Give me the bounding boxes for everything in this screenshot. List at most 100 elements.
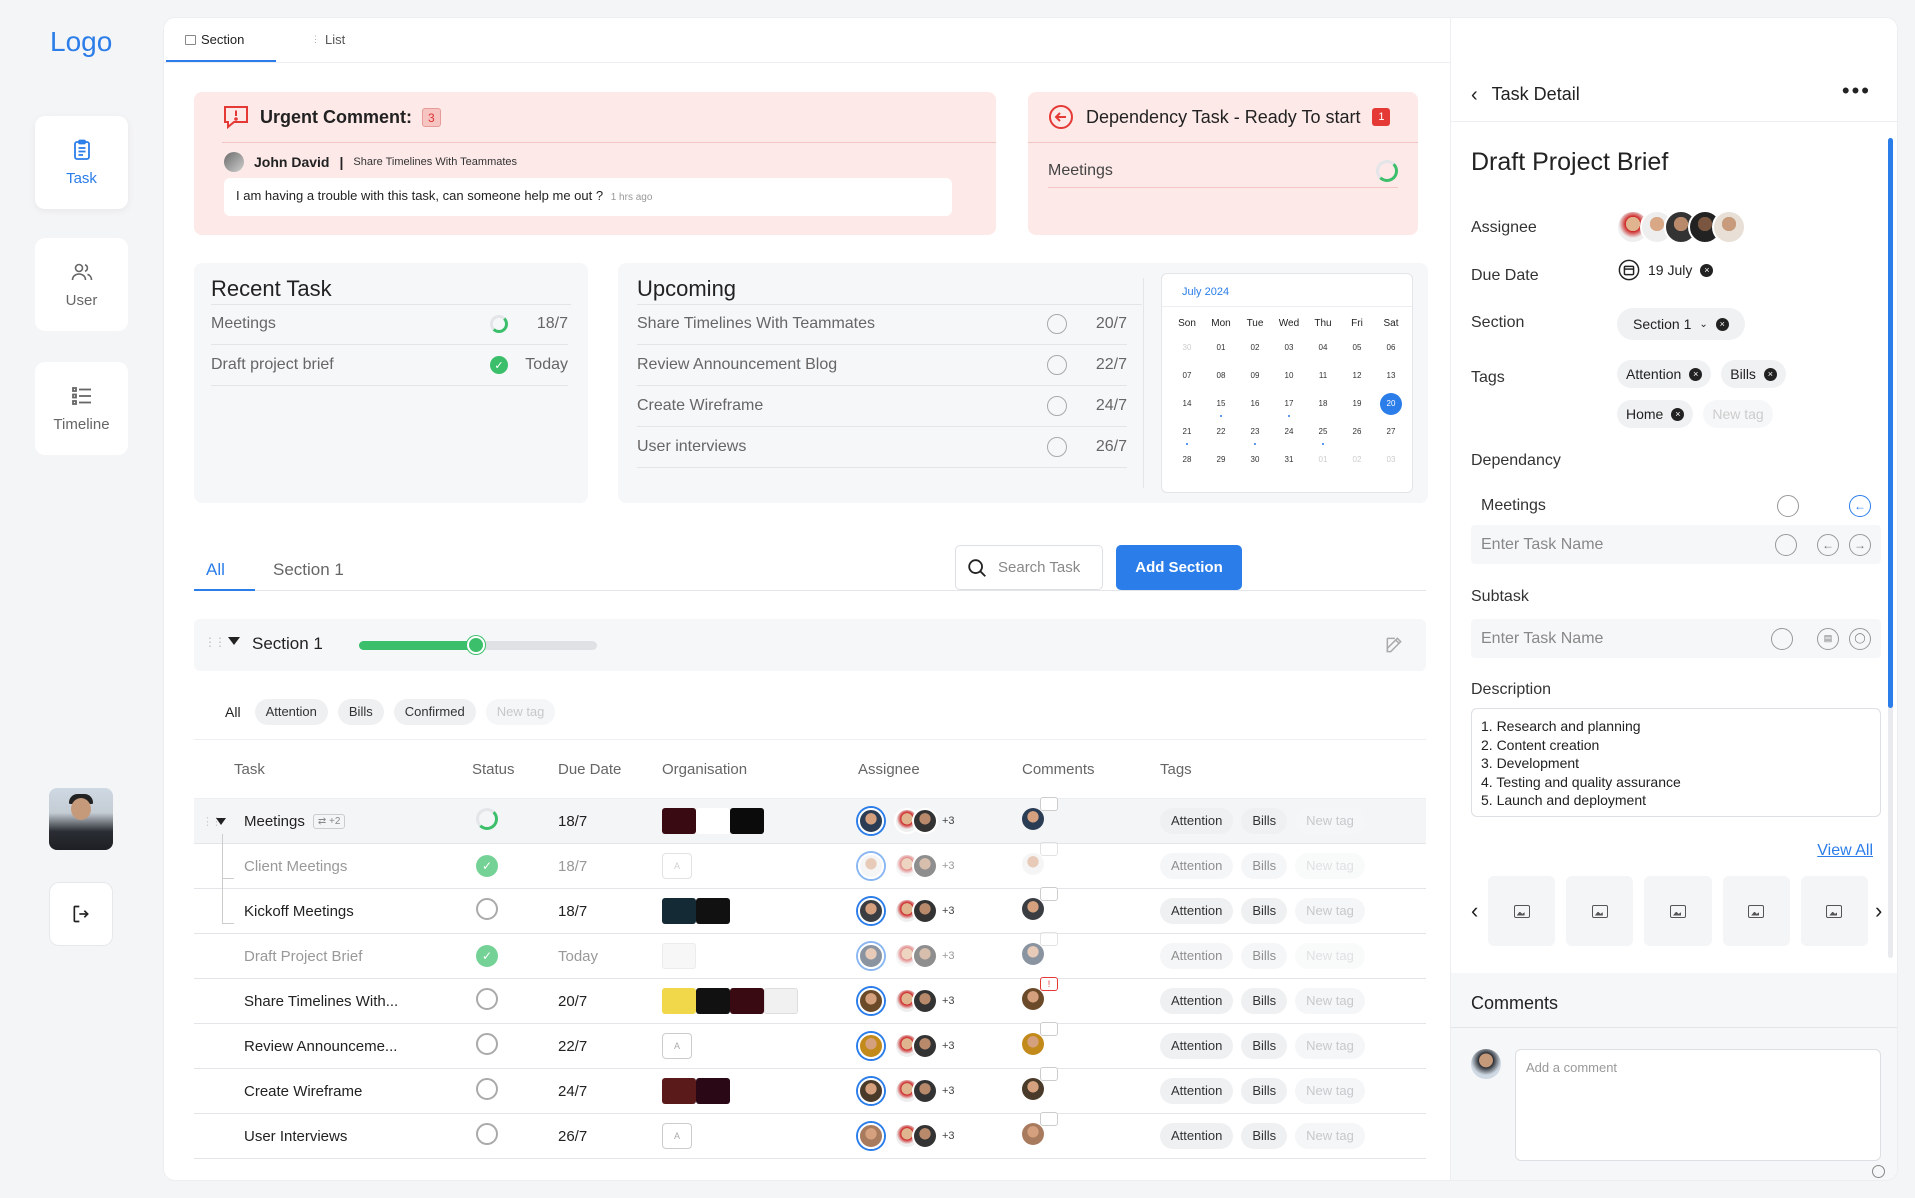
tag-chip[interactable]: Attention <box>1160 1078 1234 1104</box>
list-item[interactable]: Create Wireframe 24/7 <box>637 386 1127 427</box>
empty-status-icon[interactable] <box>1771 627 1793 650</box>
list-item[interactable]: Share Timelines With Teammates 20/7 <box>637 304 1127 345</box>
assignee-cell[interactable]: +3 <box>858 1123 1022 1149</box>
calendar-day[interactable]: 30 <box>1238 446 1272 474</box>
nav-item-user[interactable]: User <box>35 238 128 331</box>
description-field[interactable]: 1. Research and planning 2. Content crea… <box>1471 708 1881 817</box>
edit-icon[interactable] <box>1384 635 1404 655</box>
new-tag-chip[interactable]: New tag <box>1295 1033 1365 1059</box>
due-date-field[interactable]: 19 July × <box>1618 259 1714 281</box>
calendar-day[interactable]: 02 <box>1340 446 1374 474</box>
calendar-day[interactable]: 21 <box>1170 418 1204 446</box>
subtask-input[interactable]: Enter Task Name ▤ ◯ <box>1471 619 1881 658</box>
filter-all[interactable]: All <box>225 704 241 720</box>
attachment-thumbnail[interactable] <box>1800 876 1869 946</box>
attachment-thumbnail[interactable] <box>1566 876 1634 946</box>
attachment-thumbnail[interactable] <box>1488 876 1556 946</box>
calendar-day[interactable]: 07 <box>1170 362 1204 390</box>
tab-list[interactable]: ⋮ List <box>311 32 345 47</box>
due-date-cell[interactable]: 22/7 <box>558 1038 662 1055</box>
calendar-day[interactable]: 11 <box>1306 362 1340 390</box>
new-tag-chip[interactable]: New tag <box>1295 898 1365 924</box>
task-name[interactable]: Meetings <box>244 813 305 830</box>
tag-chip[interactable]: Bills <box>1241 1033 1288 1059</box>
new-tag-chip[interactable]: New tag <box>1295 1123 1365 1149</box>
due-date-cell[interactable]: 18/7 <box>558 858 662 875</box>
column-due-date[interactable]: Due Date <box>558 761 662 778</box>
calendar-day[interactable]: 03 <box>1272 334 1306 362</box>
due-date-cell[interactable]: 26/7 <box>558 1128 662 1145</box>
calendar-day[interactable]: 26 <box>1340 418 1374 446</box>
tag-chip[interactable]: Bills <box>1241 853 1288 879</box>
assignee-cell[interactable]: +3 <box>858 808 1022 834</box>
new-tag-chip[interactable]: New tag <box>1295 943 1365 969</box>
more-assignees-count[interactable]: +3 <box>942 995 955 1007</box>
calendar-day[interactable]: 25 <box>1306 418 1340 446</box>
calendar-day[interactable]: 10 <box>1272 362 1306 390</box>
filter-chip[interactable]: Bills <box>337 699 384 725</box>
list-item[interactable]: Review Announcement Blog 22/7 <box>637 345 1127 386</box>
calendar-day[interactable]: 09 <box>1238 362 1272 390</box>
calendar-day[interactable]: 05 <box>1340 334 1374 362</box>
column-organisation[interactable]: Organisation <box>662 761 858 778</box>
dependency-task-input[interactable]: Enter Task Name ← → <box>1471 525 1881 564</box>
avatar[interactable] <box>1022 1067 1058 1100</box>
calendar-day[interactable]: 22 <box>1204 418 1238 446</box>
remove-tag-icon[interactable]: × <box>1671 407 1685 421</box>
tag-chip[interactable]: Home × <box>1617 400 1694 428</box>
avatar[interactable]: ! <box>1022 977 1058 1010</box>
tag-chip[interactable]: Attention <box>1160 1033 1234 1059</box>
table-row[interactable]: Kickoff Meetings 18/7 +3 Attention Bills… <box>194 878 1426 934</box>
assignee-cell[interactable]: +3 <box>858 853 1022 879</box>
dependency-item[interactable]: Meetings <box>1048 154 1398 188</box>
tag-chip[interactable]: Attention <box>1160 808 1234 834</box>
calendar-day[interactable]: 13 <box>1374 362 1408 390</box>
calendar-day[interactable]: 31 <box>1272 446 1306 474</box>
calendar-day[interactable]: 06 <box>1374 334 1408 362</box>
calendar-day[interactable]: 08 <box>1204 362 1238 390</box>
due-date-cell[interactable]: 18/7 <box>558 903 662 920</box>
add-section-button[interactable]: Add Section <box>1116 545 1242 590</box>
chevron-right-icon[interactable]: › <box>1875 898 1882 924</box>
list-item[interactable]: User interviews 26/7 <box>637 427 1127 468</box>
check-icon[interactable]: ✓ <box>476 945 498 967</box>
calendar-icon[interactable]: ▤ <box>1817 627 1839 650</box>
avatar[interactable] <box>1022 932 1058 965</box>
progress-status-icon[interactable] <box>476 808 498 830</box>
new-tag-chip[interactable]: New tag <box>485 699 556 725</box>
tab-section[interactable]: Section <box>185 32 244 47</box>
filter-chip[interactable]: Attention <box>254 699 328 725</box>
assignee-cell[interactable]: +3 <box>858 1078 1022 1104</box>
empty-status-icon[interactable] <box>476 1078 498 1100</box>
due-date-cell[interactable]: Today <box>558 948 662 965</box>
empty-status-icon[interactable] <box>476 988 498 1010</box>
remove-tag-icon[interactable]: × <box>1689 367 1703 381</box>
calendar-day[interactable]: 12 <box>1340 362 1374 390</box>
table-row[interactable]: Client Meetings ✓ 18/7 A +3 Attention Bi… <box>194 833 1426 889</box>
column-status[interactable]: Status <box>464 761 558 778</box>
nav-item-task[interactable]: Task <box>35 116 128 209</box>
more-assignees-count[interactable]: +3 <box>942 905 955 917</box>
filter-chip[interactable]: Confirmed <box>393 699 476 725</box>
empty-status-icon[interactable] <box>1777 494 1799 517</box>
table-row[interactable]: Create Wireframe 24/7 +3 Attention Bills… <box>194 1067 1426 1114</box>
arrow-left-circle-icon[interactable]: ← <box>1817 533 1839 556</box>
chevron-left-icon[interactable]: ‹ <box>1471 898 1478 924</box>
assignee-cell[interactable]: +3 <box>858 943 1022 969</box>
more-assignees-count[interactable]: +3 <box>942 1040 955 1052</box>
tag-chip[interactable]: Bills <box>1241 1123 1288 1149</box>
clear-icon[interactable]: × <box>1715 317 1729 331</box>
calendar-day[interactable]: 27 <box>1374 418 1408 446</box>
calendar-day[interactable]: 24 <box>1272 418 1306 446</box>
collapse-caret-icon[interactable] <box>228 637 240 645</box>
calendar-day[interactable]: 30 <box>1170 334 1204 362</box>
empty-status-icon[interactable] <box>476 898 498 920</box>
tag-chip[interactable]: Attention <box>1160 1123 1234 1149</box>
calendar-day[interactable]: 20 <box>1374 390 1408 418</box>
new-tag-chip[interactable]: New tag <box>1295 853 1365 879</box>
calendar-day[interactable]: 14 <box>1170 390 1204 418</box>
tag-chip[interactable]: Attention <box>1160 988 1234 1014</box>
calendar-day[interactable]: 19 <box>1340 390 1374 418</box>
logout-button[interactable] <box>49 882 113 946</box>
tag-chip[interactable]: Bills <box>1241 988 1288 1014</box>
